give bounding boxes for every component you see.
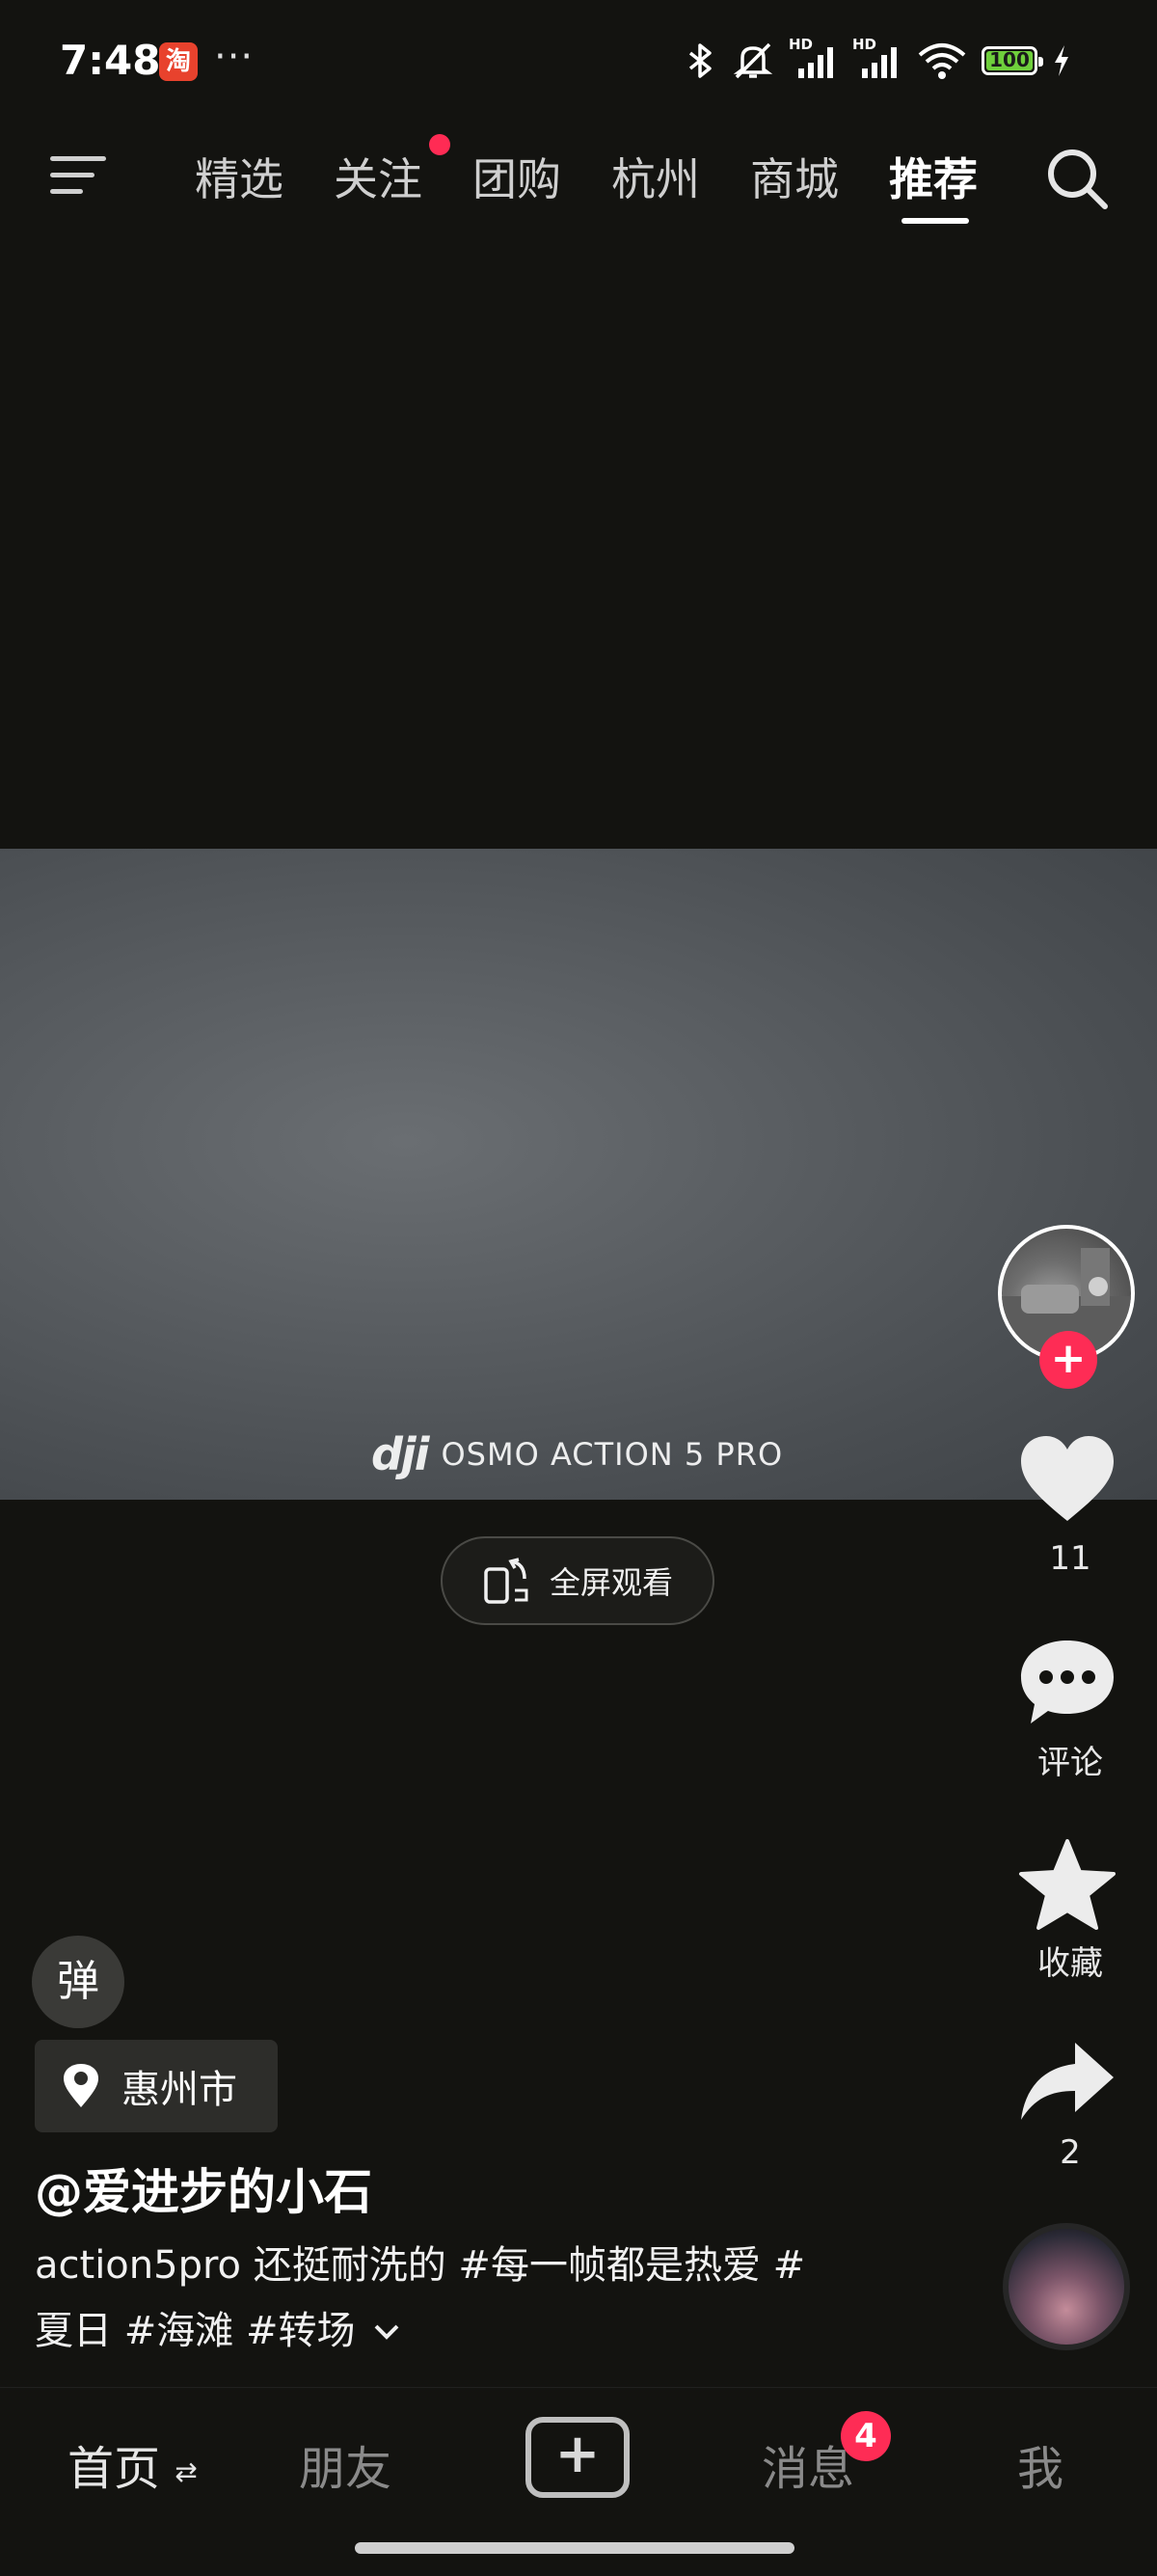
search-icon[interactable]	[1043, 145, 1111, 212]
like-icon[interactable]	[1017, 1432, 1117, 1529]
fullscreen-label: 全屏观看	[549, 1564, 673, 1601]
author-name[interactable]: @爱进步的小石	[35, 2154, 372, 2223]
music-disc[interactable]	[1003, 2223, 1130, 2350]
tab-city-hangzhou[interactable]: 杭州	[611, 145, 700, 208]
fullscreen-button[interactable]: 全屏观看	[441, 1536, 714, 1625]
video-watermark: dji OSMO ACTION 5 PRO	[371, 1428, 784, 1480]
active-tab-indicator	[901, 218, 969, 224]
taobao-app-icon: 淘	[159, 42, 198, 81]
charging-icon	[1055, 45, 1068, 76]
home-indicator[interactable]	[355, 2542, 794, 2554]
bluetooth-icon	[688, 43, 712, 78]
nav-me[interactable]: 我	[1017, 2430, 1063, 2498]
favorite-star-icon[interactable]	[1017, 1837, 1117, 1934]
comment-icon[interactable]	[1017, 1635, 1117, 1731]
rotate-screen-icon	[484, 1558, 528, 1604]
status-time: 7:48	[60, 37, 161, 84]
following-new-dot	[429, 134, 450, 155]
dji-logo: dji	[371, 1428, 429, 1480]
share-count: 2	[1060, 2133, 1081, 2172]
post-description[interactable]: action5pro 还挺耐洗的 #每一帧都是热爱 # 夏日 #海滩 #转场	[35, 2233, 902, 2364]
mute-icon	[733, 42, 773, 79]
share-icon[interactable]	[1017, 2035, 1117, 2131]
tab-recommend[interactable]: 推荐	[889, 145, 978, 208]
nav-home[interactable]: 首页 ⇄	[67, 2430, 198, 2498]
description-line-1: action5pro 还挺耐洗的 #每一帧都是热爱 #	[35, 2243, 806, 2288]
battery-level: 100	[989, 48, 1030, 71]
video-frame[interactable]	[0, 849, 1157, 1500]
wifi-icon	[918, 43, 966, 79]
favorite-label: 收藏	[1037, 1944, 1103, 1983]
tab-featured[interactable]: 精选	[195, 145, 283, 208]
nav-home-label: 首页	[67, 2442, 161, 2496]
network-hd-label: HD	[789, 36, 814, 53]
tab-group-buy[interactable]: 团购	[472, 145, 561, 208]
comment-label: 评论	[1037, 1744, 1103, 1782]
follow-button[interactable]: +	[1039, 1331, 1097, 1389]
tab-following[interactable]: 关注	[334, 145, 422, 208]
location-tag[interactable]: 惠州市	[35, 2040, 278, 2132]
status-icons: HD HD 100	[685, 36, 1072, 83]
battery-icon: 100	[982, 46, 1043, 75]
tab-mall[interactable]: 商城	[750, 145, 839, 208]
signal-icon-1: HD	[789, 36, 839, 80]
watermark-text: OSMO ACTION 5 PRO	[441, 1436, 784, 1473]
signal-icon-2: HD	[852, 36, 902, 80]
more-notifications-icon: ···	[214, 35, 255, 79]
create-post-button[interactable]: +	[525, 2417, 630, 2498]
location-pin-icon	[64, 2064, 98, 2107]
like-count: 11	[1049, 1539, 1091, 1578]
messages-badge: 4	[841, 2411, 891, 2461]
expand-chevron-icon[interactable]	[372, 2320, 401, 2342]
location-text: 惠州市	[121, 2068, 237, 2112]
menu-icon[interactable]	[48, 152, 108, 199]
network-hd-label: HD	[852, 36, 877, 53]
danmu-toggle-button[interactable]: 弹	[32, 1936, 124, 2028]
nav-friends[interactable]: 朋友	[299, 2430, 391, 2498]
description-line-2: 夏日 #海滩 #转场	[35, 2309, 356, 2353]
switch-arrows-icon: ⇄	[175, 2455, 198, 2488]
